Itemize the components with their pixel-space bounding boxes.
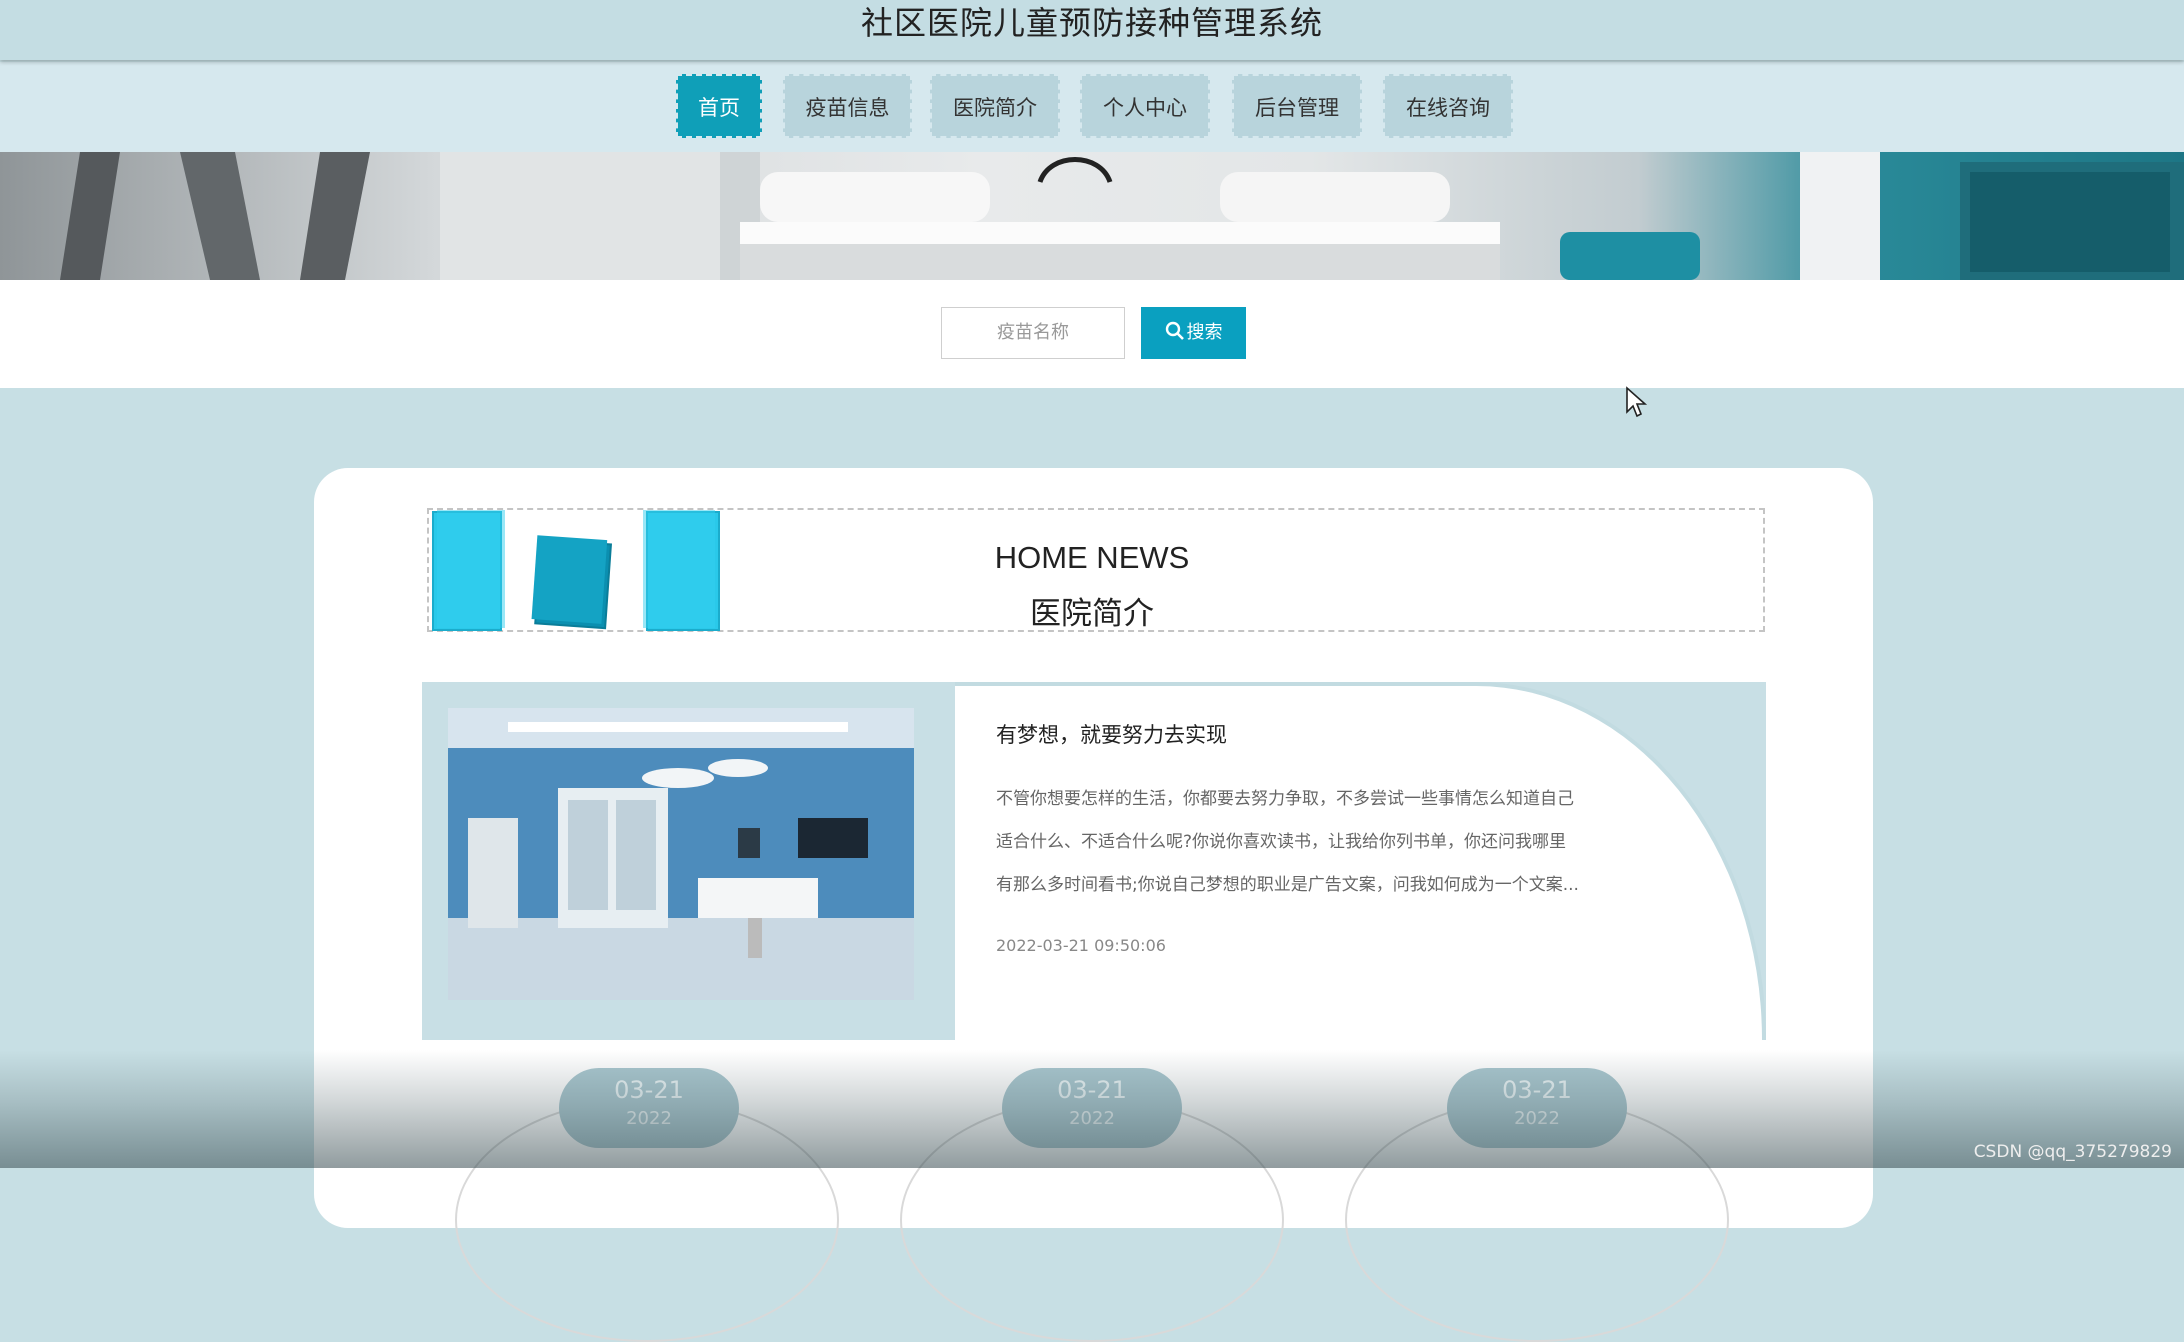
- site-header: 社区医院儿童预防接种管理系统: [0, 0, 2184, 60]
- article-body: 有梦想，就要努力去实现 不管你想要怎样的生活，你都要去努力争取，不多尝试一些事情…: [955, 682, 1766, 1040]
- nav-home[interactable]: 首页: [676, 74, 762, 138]
- article-date: 2022-03-21 09:50:06: [996, 936, 1166, 955]
- site-title: 社区医院儿童预防接种管理系统: [860, 4, 1323, 42]
- hero-banner: [0, 152, 2184, 280]
- nav-admin[interactable]: 后台管理: [1232, 74, 1362, 138]
- search-button-label: 搜索: [1186, 322, 1223, 343]
- main-nav: 首页 疫苗信息 医院简介 个人中心 后台管理 在线咨询: [0, 62, 2184, 152]
- nav-online-consult[interactable]: 在线咨询: [1383, 74, 1513, 138]
- search-button[interactable]: 搜索: [1141, 307, 1246, 359]
- banner-image: [60, 152, 2184, 280]
- operating-room-image: [448, 708, 914, 1000]
- article-title[interactable]: 有梦想，就要努力去实现: [996, 719, 1227, 749]
- article-image[interactable]: [448, 708, 914, 1000]
- watermark: CSDN @qq_375279829: [1973, 1142, 2172, 1162]
- news-heading-en: HOME NEWS: [994, 540, 1190, 575]
- article-summary: 不管你想要怎样的生活，你都要去努力争取，不多尝试一些事情怎么知道自己 适合什么、…: [996, 778, 1636, 907]
- vaccine-name-search-input[interactable]: 疫苗名称: [941, 307, 1125, 359]
- mouse-pointer-icon: [1626, 386, 1648, 418]
- article-summary-line: 有那么多时间看书;你说自己梦想的职业是广告文案，问我如何成为一个文案...: [996, 875, 1579, 895]
- nav-hospital-intro[interactable]: 医院简介: [930, 74, 1060, 138]
- news-heading-cn: 医院简介: [1030, 596, 1154, 632]
- search-icon: [1165, 321, 1184, 340]
- article-summary-line: 不管你想要怎样的生活，你都要去努力争取，不多尝试一些事情怎么知道自己: [996, 789, 1574, 809]
- featured-article[interactable]: 有梦想，就要努力去实现 不管你想要怎样的生活，你都要去努力争取，不多尝试一些事情…: [422, 682, 1766, 1040]
- bottom-overlay: [0, 1050, 2184, 1168]
- search-bar: 疫苗名称 搜索: [0, 280, 2184, 388]
- nav-personal-center[interactable]: 个人中心: [1080, 74, 1210, 138]
- nav-vaccine-info[interactable]: 疫苗信息: [783, 74, 912, 138]
- article-summary-line: 适合什么、不适合什么呢?你说你喜欢读书，让我给你列书单，你还问我哪里: [996, 832, 1567, 852]
